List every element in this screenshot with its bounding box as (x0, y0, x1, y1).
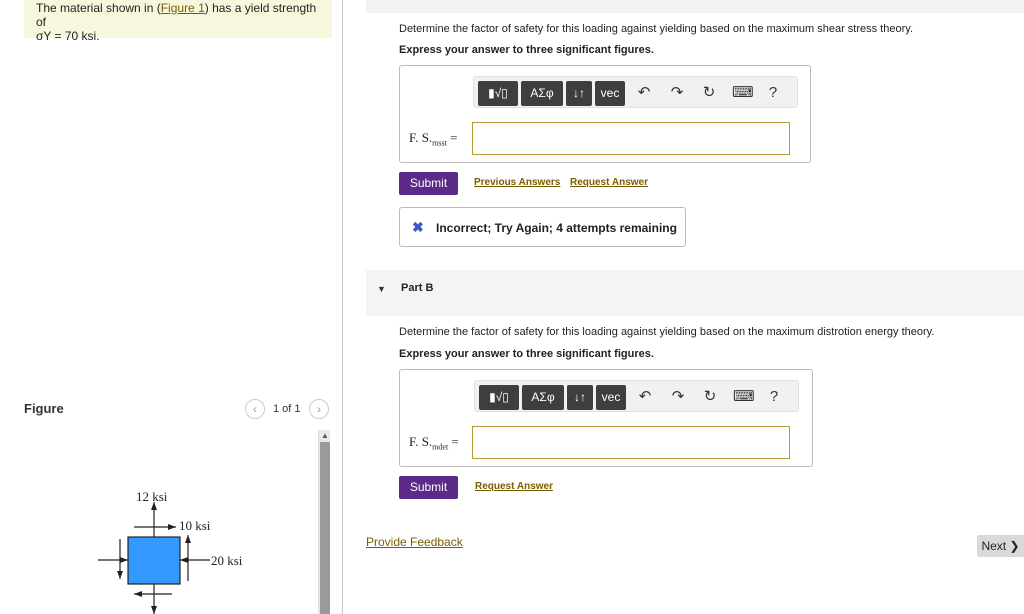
caret-down-icon[interactable]: ▼ (377, 284, 386, 294)
left-stress-arrow (120, 557, 128, 563)
redo-icon[interactable]: ↷ (669, 387, 687, 407)
part-b-greek-button[interactable]: ΑΣφ (522, 385, 564, 410)
scroll-up-icon[interactable]: ▲ (319, 430, 331, 442)
keyboard-icon[interactable]: ⌨ (733, 387, 755, 407)
right-stress-arrow (180, 557, 188, 563)
x-icon: ✖ (412, 219, 424, 235)
previous-answers-link[interactable]: Previous Answers (474, 177, 560, 188)
part-a-submit-button[interactable]: Submit (399, 172, 458, 195)
figure-link[interactable]: Figure 1 (161, 1, 205, 15)
keyboard-icon[interactable]: ⌨ (732, 83, 754, 103)
figure-title: Figure (24, 401, 64, 416)
part-a-question: Determine the factor of safety for this … (399, 23, 913, 35)
vertical-stress-label: 12 ksi (136, 489, 168, 504)
part-a-header-strip (366, 0, 1024, 13)
part-a-feedback-text: Incorrect; Try Again; 4 attempts remaini… (436, 221, 677, 235)
part-b-question: Determine the factor of safety for this … (399, 326, 935, 338)
figure-count: 1 of 1 (273, 403, 301, 415)
scroll-thumb[interactable] (320, 442, 330, 614)
left-panel: The material shown in (Figure 1) has a y… (0, 0, 343, 614)
part-a-request-answer-link[interactable]: Request Answer (570, 177, 648, 188)
part-a-label-equals: = (450, 130, 458, 145)
part-a-instruction: Express your answer to three significant… (399, 44, 654, 56)
previous-figure-button[interactable]: ‹ (245, 399, 265, 419)
next-button[interactable]: Next ❯ (977, 535, 1024, 557)
part-a-help-button[interactable]: ? (764, 83, 782, 103)
part-a-subsup-button[interactable]: ↓↑ (566, 81, 592, 106)
part-b-label: Part B (401, 282, 434, 294)
part-a-math-toolbar: ▮√▯ ΑΣφ ↓↑ vec ↶ ↷ ↻ ⌨ ? (473, 76, 798, 108)
part-b-submit-button[interactable]: Submit (399, 476, 458, 499)
part-b-label-equals: = (451, 434, 459, 449)
undo-icon[interactable]: ↶ (635, 83, 653, 103)
redo-icon[interactable]: ↷ (668, 83, 686, 103)
left-shear-arrow (117, 571, 123, 579)
shear-stress-label: 10 ksi (179, 518, 211, 533)
part-b-answer-input[interactable] (472, 426, 790, 459)
undo-icon[interactable]: ↶ (636, 387, 654, 407)
part-b-input-label: F. S.mdet = (409, 434, 459, 452)
part-b-templates-button[interactable]: ▮√▯ (479, 385, 519, 410)
panel-divider (342, 0, 343, 614)
part-b-help-button[interactable]: ? (765, 387, 783, 407)
chevron-left-icon: ‹ (253, 402, 257, 416)
right-shear-arrow (185, 535, 191, 543)
part-a-greek-button[interactable]: ΑΣφ (521, 81, 563, 106)
part-a-answer-box: ▮√▯ ΑΣφ ↓↑ vec ↶ ↷ ↻ ⌨ ? F. S.msst = (399, 65, 811, 163)
part-a-label-main: F. S. (409, 130, 433, 145)
figure-scrollbar[interactable]: ▲ (318, 430, 330, 614)
provide-feedback-link[interactable]: Provide Feedback (366, 535, 463, 549)
chevron-right-icon: › (317, 402, 321, 416)
part-b-instruction: Express your answer to three significant… (399, 348, 654, 360)
reset-icon[interactable]: ↻ (701, 387, 719, 407)
part-b-request-answer-link[interactable]: Request Answer (475, 481, 553, 492)
part-b-vec-button[interactable]: vec (596, 385, 626, 410)
stress-element-figure: 12 ksi 10 ksi 20 ksi (98, 489, 243, 614)
part-a-input-label: F. S.msst = (409, 130, 457, 148)
part-a-vec-button[interactable]: vec (595, 81, 625, 106)
part-a-templates-button[interactable]: ▮√▯ (478, 81, 518, 106)
part-a-feedback: ✖ Incorrect; Try Again; 4 attempts remai… (399, 207, 686, 247)
part-b-label-sub: mdet (432, 442, 449, 452)
templates-icon: ▮√▯ (489, 390, 509, 404)
bottom-stress-arrow (151, 606, 157, 614)
figure-navigation: Figure ‹ 1 of 1 › (24, 398, 334, 422)
next-figure-button[interactable]: › (309, 399, 329, 419)
top-shear-arrow (168, 524, 176, 530)
bottom-shear-arrow (134, 591, 142, 597)
part-a-answer-input[interactable] (472, 122, 790, 155)
part-a-label-sub: msst (432, 138, 447, 148)
problem-statement: The material shown in (Figure 1) has a y… (24, 0, 332, 43)
reset-icon[interactable]: ↻ (700, 83, 718, 103)
stress-element-square (127, 536, 181, 585)
horizontal-stress-label: 20 ksi (211, 553, 243, 568)
templates-icon: ▮√▯ (488, 86, 508, 100)
part-b-answer-box: ▮√▯ ΑΣφ ↓↑ vec ↶ ↷ ↻ ⌨ ? F. S.mdet = (399, 369, 813, 467)
yield-strength: σY = 70 ksi. (36, 29, 100, 43)
part-b-label-main: F. S. (409, 434, 433, 449)
part-b-math-toolbar: ▮√▯ ΑΣφ ↓↑ vec ↶ ↷ ↻ ⌨ ? (474, 380, 799, 412)
part-b-subsup-button[interactable]: ↓↑ (567, 385, 593, 410)
part-b-header[interactable]: ▼ Part B (366, 270, 1024, 316)
problem-text-start: The material shown in ( (36, 1, 161, 15)
